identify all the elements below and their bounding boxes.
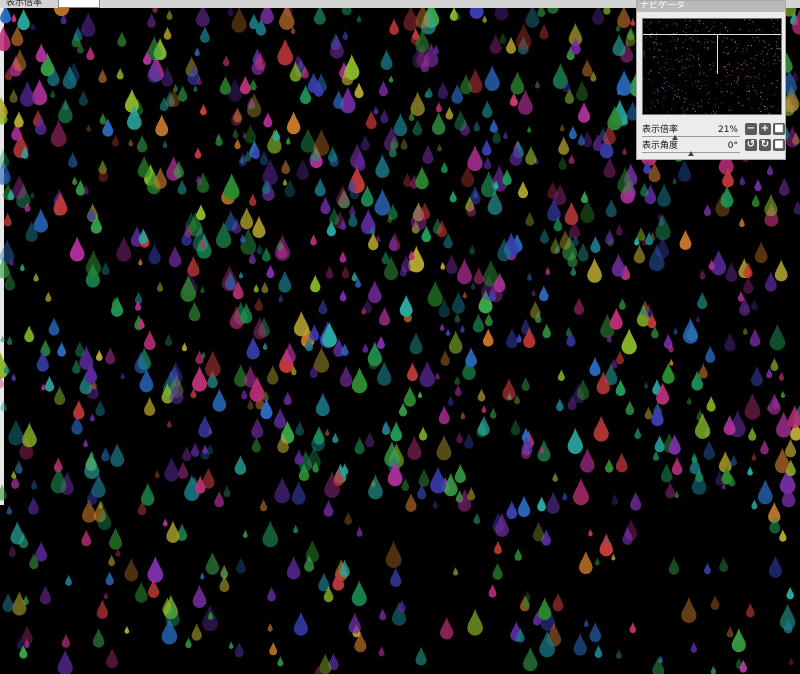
zoom-slider-track[interactable] [642,136,740,137]
zoom-value: 21% [717,125,738,135]
angle-value: 0° [727,141,738,151]
navigator-panel: ナビゲータ 表示倍率 21% − + ■ 表示角度 0° ↺ ↻ ■ [636,0,786,160]
angle-label: 表示角度 [642,141,679,151]
zoom-row: 表示倍率 21% − + ■ [642,123,785,140]
navigator-preview[interactable] [642,18,782,115]
rotate-left-button[interactable]: ↺ [745,139,757,151]
zoom-out-button[interactable]: − [745,123,757,135]
navigator-view-line [643,34,781,35]
navigator-title[interactable]: ナビゲータ [637,1,785,12]
zoom-reset-button[interactable]: ■ [773,123,785,135]
angle-row: 表示角度 0° ↺ ↻ ■ [642,139,785,156]
rotate-reset-button[interactable]: ■ [773,139,785,151]
angle-slider-thumb[interactable] [688,151,694,156]
navigator-view-marker[interactable] [717,34,718,74]
zoom-in-button[interactable]: + [759,123,771,135]
rotate-right-button[interactable]: ↻ [759,139,771,151]
toolbar-zoom-label: 表示倍率 [6,0,43,8]
toolbar-zoom-select[interactable] [58,0,100,8]
